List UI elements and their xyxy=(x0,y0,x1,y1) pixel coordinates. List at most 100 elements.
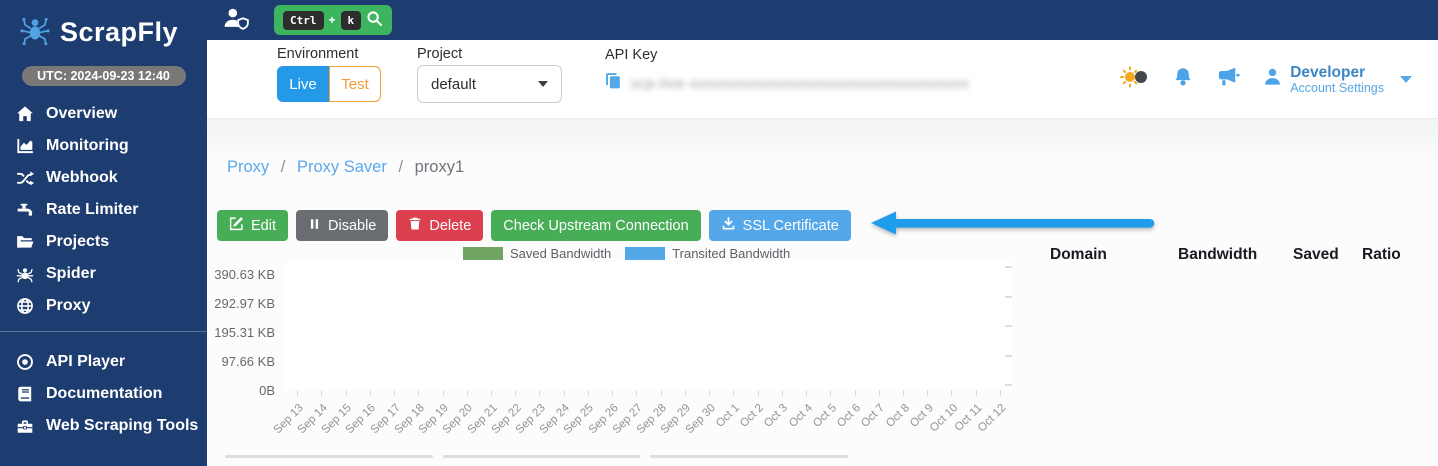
spider-logo-icon xyxy=(18,13,52,52)
app-title: ScrapFly xyxy=(60,17,178,48)
card-top-border xyxy=(650,455,848,458)
project-selected-value: default xyxy=(431,76,476,93)
column-header-domain: Domain xyxy=(1050,246,1178,272)
bell-icon[interactable] xyxy=(1173,66,1193,93)
sidebar: ScrapFly UTC: 2024-09-23 12:40 Overview … xyxy=(0,0,207,466)
sidebar-item-overview[interactable]: Overview xyxy=(0,98,207,130)
sidebar-item-label: Overview xyxy=(46,105,117,123)
sidebar-nav: Overview Monitoring xyxy=(0,98,207,442)
y-axis-tick-label: 292.97 KB xyxy=(207,289,275,318)
breadcrumb-separator: / xyxy=(398,158,403,176)
account-menu[interactable]: Developer Account Settings xyxy=(1263,64,1412,95)
y-axis-tick-label: 390.63 KB xyxy=(207,260,275,289)
chevron-down-icon xyxy=(1400,76,1412,83)
sidebar-item-label: Rate Limiter xyxy=(46,201,138,219)
y-axis-labels: 390.63 KB292.97 KB195.31 KB97.66 KB0B xyxy=(207,260,275,405)
column-header-saved: Saved xyxy=(1293,246,1362,272)
axis-tick xyxy=(1005,296,1012,298)
chart-icon xyxy=(15,137,35,155)
environment-label: Environment xyxy=(277,46,358,62)
copy-icon[interactable] xyxy=(605,71,622,95)
sidebar-item-label: Documentation xyxy=(46,385,162,403)
faucet-icon xyxy=(15,201,35,219)
edit-button[interactable]: Edit xyxy=(217,210,288,241)
sidebar-item-label: Projects xyxy=(46,233,109,251)
book-icon xyxy=(15,385,35,403)
header-row: Environment Live Test Project default AP… xyxy=(207,40,1438,119)
account-name: Developer xyxy=(1290,64,1384,81)
k-key-chip: k xyxy=(341,11,362,30)
account-settings-link[interactable]: Account Settings xyxy=(1290,81,1384,95)
search-icon xyxy=(366,10,383,30)
search-shortcut-button[interactable]: Ctrl + k xyxy=(274,5,392,35)
pause-icon xyxy=(308,217,321,235)
legend-item-saved[interactable]: Saved Bandwidth xyxy=(463,246,611,261)
trash-icon xyxy=(408,216,422,235)
breadcrumb-proxy-saver-link[interactable]: Proxy Saver xyxy=(297,158,387,176)
axis-tick xyxy=(1005,266,1012,268)
right-axis-ticks xyxy=(1005,262,1012,390)
breadcrumb: Proxy / Proxy Saver / proxy1 xyxy=(227,158,464,177)
toolbox-icon xyxy=(15,417,35,435)
sidebar-divider xyxy=(0,331,207,332)
environment-toggle: Live Test xyxy=(277,66,381,102)
y-axis-tick-label: 195.31 KB xyxy=(207,318,275,347)
disable-button[interactable]: Disable xyxy=(296,210,388,241)
axis-tick xyxy=(1005,384,1012,386)
api-key-label: API Key xyxy=(605,47,657,63)
plus-sign: + xyxy=(329,13,336,27)
api-key-masked-value[interactable]: scp-live-xxxxxxxxxxxxxxxxxxxxxxxxxxxxxxx… xyxy=(631,76,969,91)
sidebar-item-label: Spider xyxy=(46,265,96,283)
sidebar-item-spider[interactable]: Spider xyxy=(0,258,207,290)
sidebar-item-label: Monitoring xyxy=(46,137,129,155)
card-top-border xyxy=(443,455,640,458)
sidebar-item-label: Web Scraping Tools xyxy=(46,417,198,435)
main-content: Proxy / Proxy Saver / proxy1 Edit Disabl… xyxy=(207,118,1438,466)
sidebar-item-web-scraping-tools[interactable]: Web Scraping Tools xyxy=(0,410,207,442)
column-header-bandwidth: Bandwidth xyxy=(1178,246,1293,272)
chevron-down-icon xyxy=(538,81,548,87)
x-axis-label: Oct 8 xyxy=(891,396,915,456)
saved-bandwidth-swatch xyxy=(463,247,503,260)
spider-icon xyxy=(15,265,35,283)
sidebar-item-proxy[interactable]: Proxy xyxy=(0,290,207,322)
axis-tick xyxy=(1005,325,1012,327)
home-icon xyxy=(15,105,35,123)
environment-live-button[interactable]: Live xyxy=(277,66,329,102)
globe-icon xyxy=(15,297,35,315)
project-select[interactable]: default xyxy=(417,65,562,103)
sidebar-item-label: Webhook xyxy=(46,169,118,187)
card-top-border xyxy=(225,455,433,458)
check-upstream-connection-button[interactable]: Check Upstream Connection xyxy=(491,210,700,241)
legend-item-transited[interactable]: Transited Bandwidth xyxy=(625,246,790,261)
user-shield-icon[interactable] xyxy=(223,6,250,35)
sidebar-item-monitoring[interactable]: Monitoring xyxy=(0,130,207,162)
breadcrumb-proxy-link[interactable]: Proxy xyxy=(227,158,269,176)
shuffle-icon xyxy=(15,169,35,187)
environment-test-button[interactable]: Test xyxy=(329,66,381,102)
utc-clock-badge: UTC: 2024-09-23 12:40 xyxy=(22,66,186,86)
project-label: Project xyxy=(417,46,462,62)
x-axis-label: Oct 3 xyxy=(770,396,794,456)
sidebar-item-rate-limiter[interactable]: Rate Limiter xyxy=(0,194,207,226)
scrapfly-logo[interactable]: ScrapFly xyxy=(0,0,207,52)
eye-icon xyxy=(15,353,35,371)
column-header-ratio: Ratio xyxy=(1362,246,1422,272)
sidebar-item-projects[interactable]: Projects xyxy=(0,226,207,258)
y-axis-tick-label: 97.66 KB xyxy=(207,347,275,376)
action-buttons-row: Edit Disable Delete Check Upstream Conne… xyxy=(217,208,1157,243)
sidebar-item-documentation[interactable]: Documentation xyxy=(0,378,207,410)
megaphone-icon[interactable] xyxy=(1216,66,1240,92)
annotation-arrow xyxy=(869,208,1157,243)
sidebar-item-label: API Player xyxy=(46,353,125,371)
sidebar-item-label: Proxy xyxy=(46,297,90,315)
sidebar-item-webhook[interactable]: Webhook xyxy=(0,162,207,194)
domain-summary-table: Domain Bandwidth Saved Ratio xyxy=(1050,246,1422,272)
ssl-certificate-button[interactable]: SSL Certificate xyxy=(709,210,851,241)
delete-button[interactable]: Delete xyxy=(396,210,483,241)
x-axis: Sep 13Sep 14Sep 15Sep 16Sep 17Sep 18Sep … xyxy=(285,390,1012,462)
theme-toggle-icon[interactable] xyxy=(1119,65,1150,94)
sidebar-item-api-player[interactable]: API Player xyxy=(0,346,207,378)
ctrl-key-chip: Ctrl xyxy=(283,11,324,30)
folder-icon xyxy=(15,233,35,251)
